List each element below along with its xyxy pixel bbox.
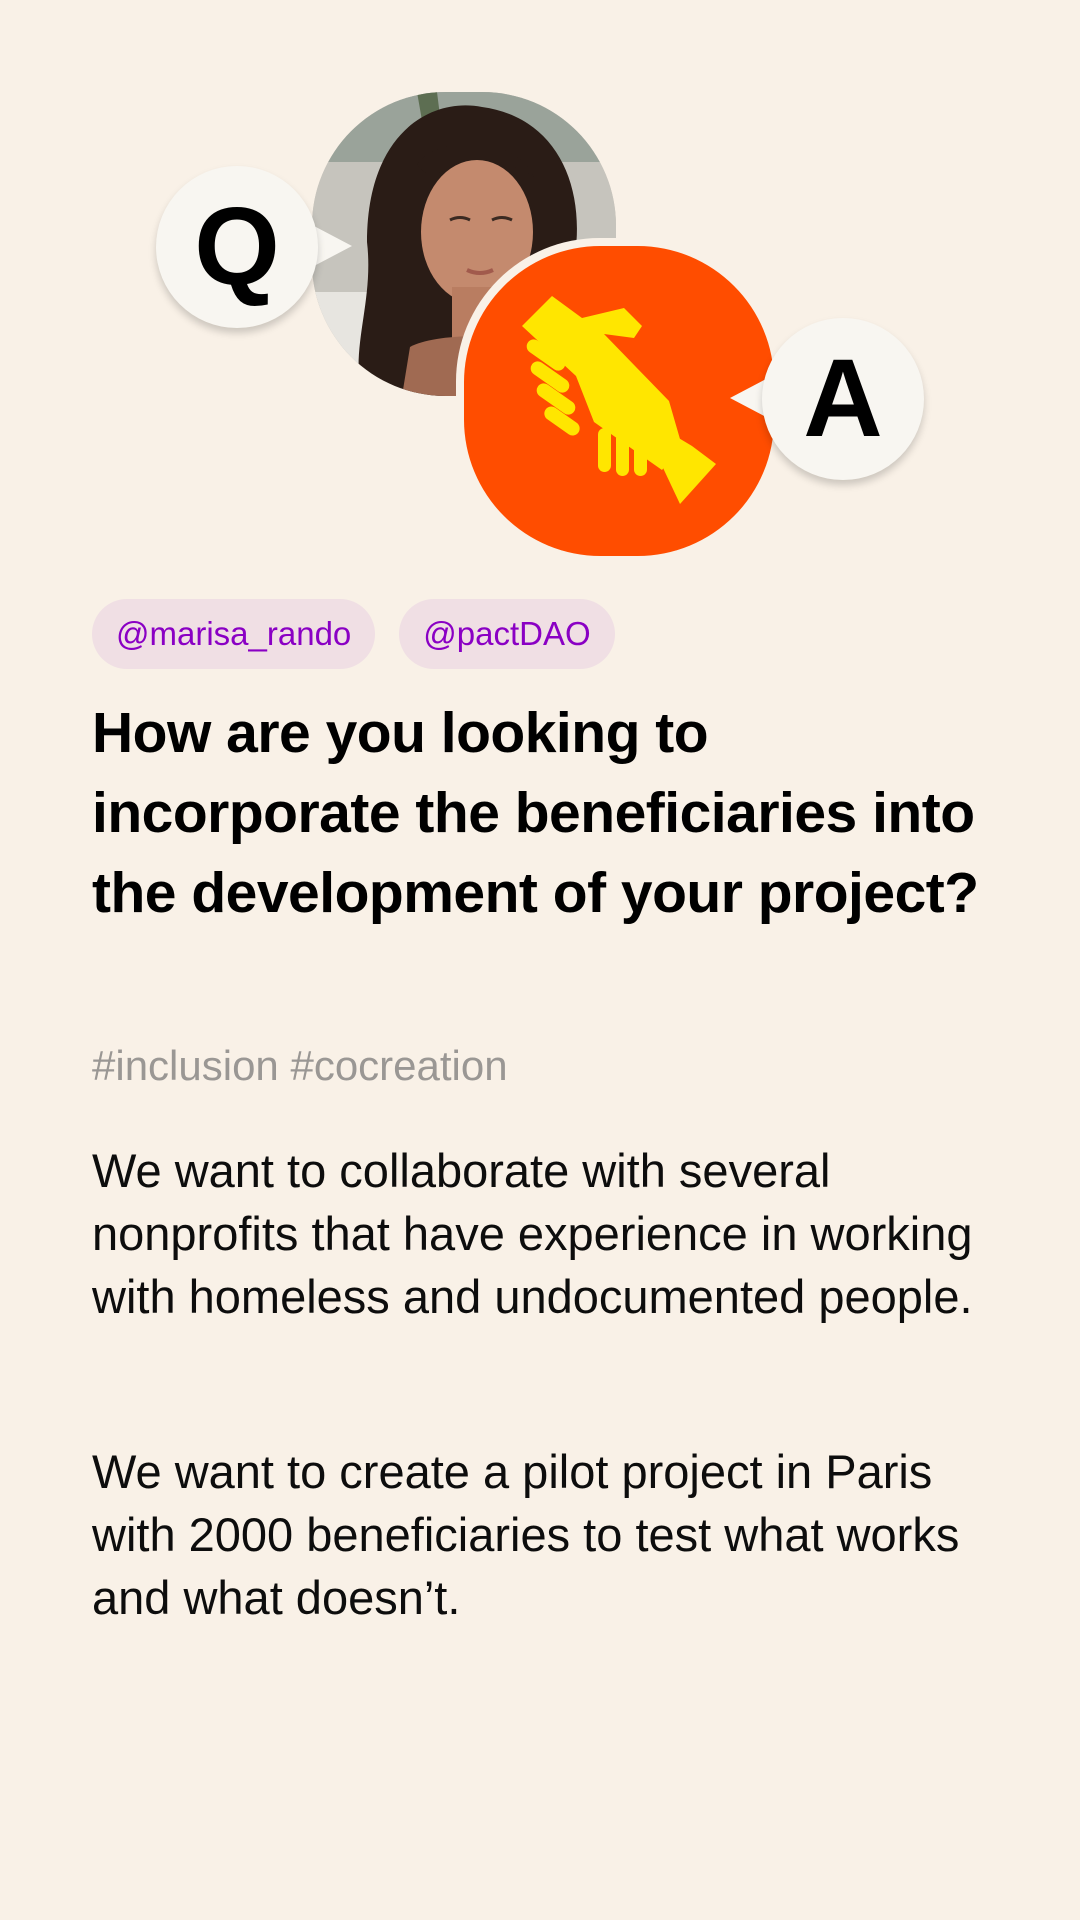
answer-paragraph-1: We want to collaborate with several nonp… bbox=[92, 1144, 973, 1323]
answer-paragraph-2: We want to create a pilot project in Par… bbox=[92, 1445, 960, 1624]
mention-tags: @marisa_rando @pactDAO bbox=[92, 599, 615, 669]
tag-asker[interactable]: @marisa_rando bbox=[92, 599, 376, 669]
question-title: How are you looking to incorporate the b… bbox=[92, 701, 979, 925]
logo-badge bbox=[464, 246, 774, 556]
answer-badge: A bbox=[762, 318, 924, 480]
hashtags: #inclusion #cocreation bbox=[92, 1042, 508, 1089]
qa-hero: Q A bbox=[0, 0, 1080, 570]
tag-answerer[interactable]: @pactDAO bbox=[399, 599, 615, 669]
handshake-icon bbox=[522, 296, 716, 504]
question-bubble-tail bbox=[314, 226, 352, 266]
question-badge: Q bbox=[156, 166, 318, 328]
